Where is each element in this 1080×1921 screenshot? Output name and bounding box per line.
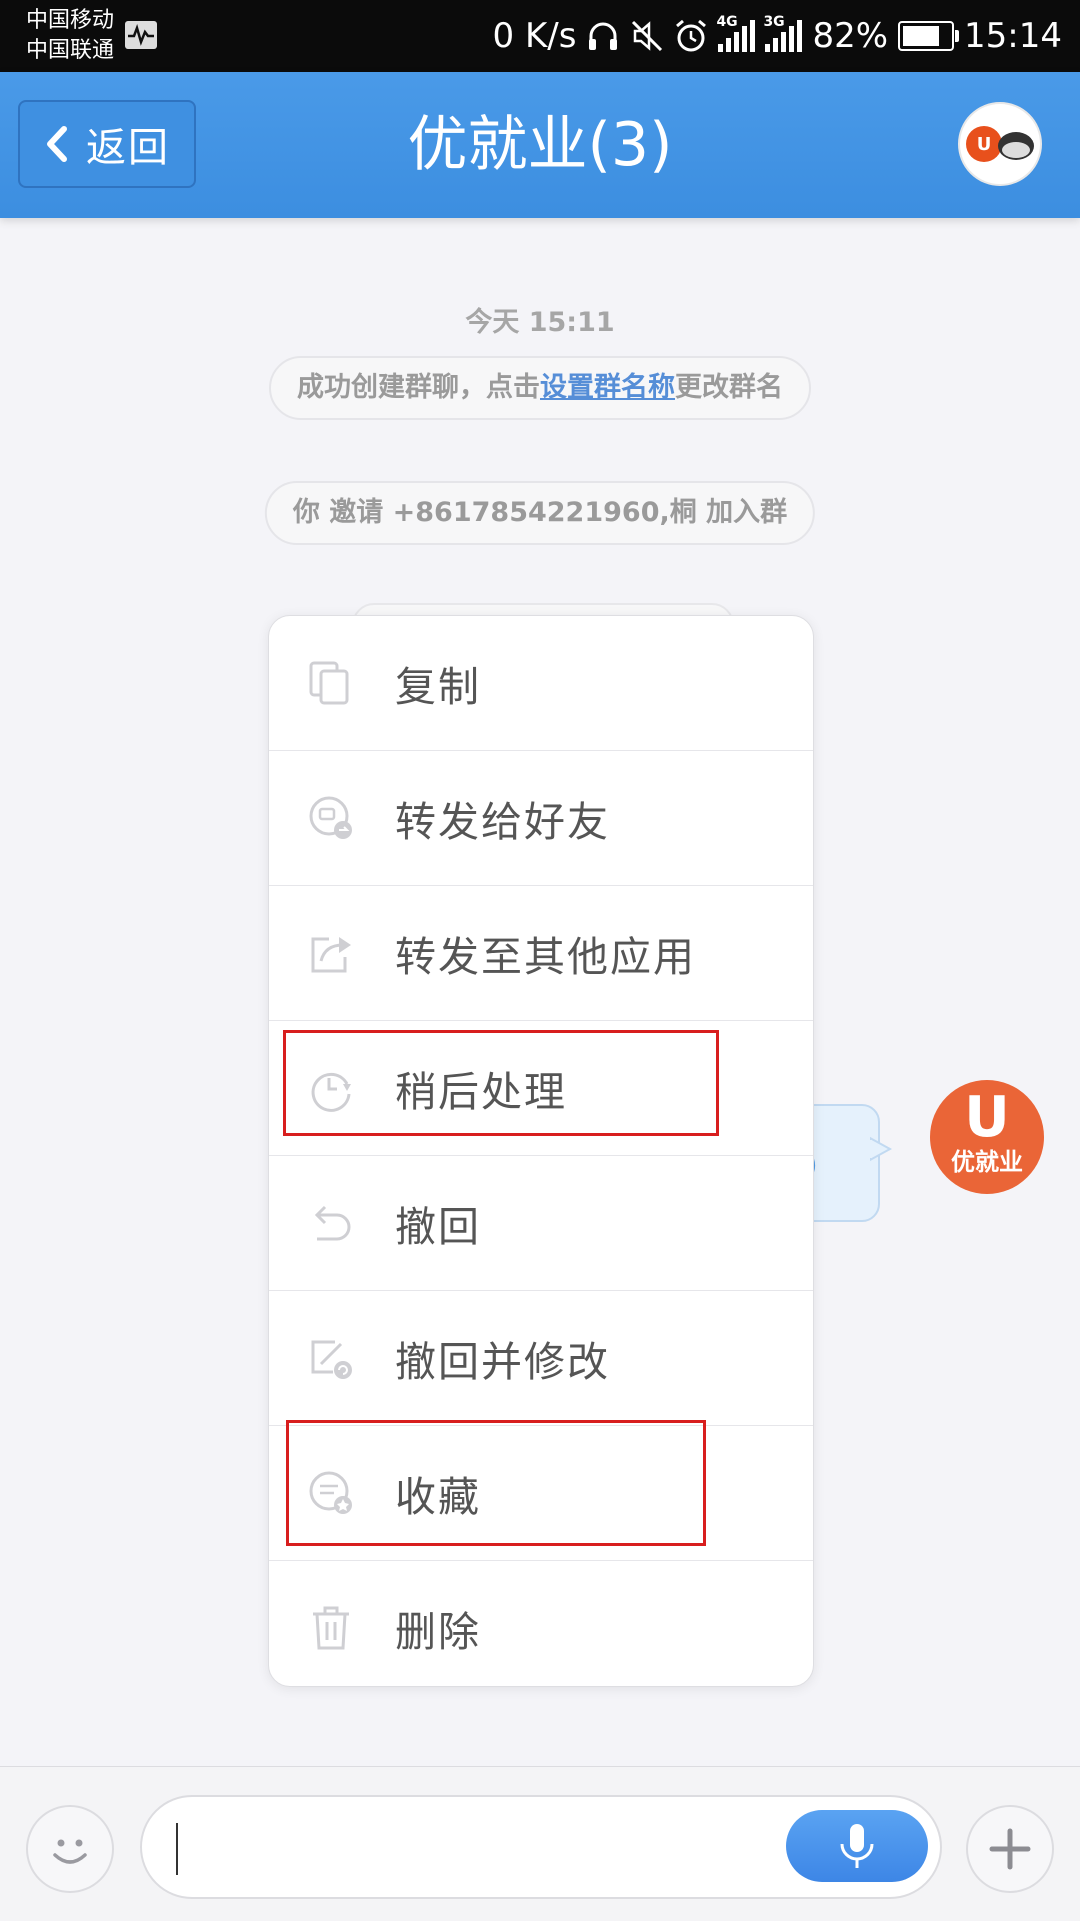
- voice-input-button[interactable]: [786, 1810, 928, 1882]
- menu-item-recall-edit[interactable]: 撤回并修改: [269, 1291, 813, 1426]
- copy-icon: [309, 661, 349, 705]
- microphone-icon: [840, 1824, 874, 1868]
- forward-friend-icon: [309, 796, 352, 839]
- group-avatar[interactable]: U: [958, 102, 1042, 186]
- menu-item-forward-friend[interactable]: 转发给好友: [269, 751, 813, 886]
- group-avatar-image: U: [966, 126, 1034, 162]
- headphones-icon: [589, 22, 618, 50]
- page-title: 优就业(3): [407, 110, 673, 180]
- activity-monitor-icon: [125, 21, 157, 49]
- smiley-icon: [53, 1839, 87, 1864]
- battery-percent: 82%: [812, 16, 889, 56]
- undo-icon: [314, 1205, 351, 1241]
- clock: 15:14: [964, 16, 1062, 56]
- signal-4g-icon: 4G: [716, 14, 756, 52]
- svg-text:U: U: [977, 134, 992, 155]
- menu-item-label: 删除: [395, 1608, 481, 1656]
- menu-item-delete[interactable]: 删除: [269, 1561, 813, 1686]
- menu-item-copy[interactable]: 复制: [269, 616, 813, 751]
- highlight-box-handle-later: [283, 1030, 719, 1136]
- carrier-2: 中国联通: [26, 38, 115, 63]
- more-actions-button[interactable]: [966, 1805, 1054, 1893]
- status-bar: 中国移动 中国联通 0 K/s 4G 3G 82% 15:14: [0, 0, 1080, 72]
- emoji-button[interactable]: [26, 1805, 114, 1893]
- highlight-box-favorite: [286, 1420, 706, 1546]
- share-external-icon: [311, 937, 351, 973]
- net-speed: 0 K/s: [492, 16, 577, 56]
- carrier-1: 中国移动: [26, 8, 115, 33]
- text-caret: [176, 1823, 178, 1875]
- menu-item-share-external[interactable]: 转发至其他应用: [269, 886, 813, 1021]
- carrier-names: 中国移动 中国联通: [26, 6, 114, 66]
- status-indicators: 0 K/s 4G 3G 82% 15:14: [493, 12, 1062, 60]
- menu-item-label: 转发给好友: [395, 798, 610, 846]
- menu-item-recall[interactable]: 撤回: [269, 1156, 813, 1291]
- menu-item-label: 转发至其他应用: [395, 933, 696, 981]
- menu-item-label: 复制: [395, 663, 481, 711]
- mute-icon: [632, 20, 663, 52]
- menu-item-label: 撤回并修改: [395, 1338, 610, 1386]
- signal-3g-icon: 3G: [763, 14, 803, 52]
- alarm-icon: [676, 19, 707, 52]
- chat-header: 返回 优就业(3) U: [0, 72, 1080, 218]
- recall-edit-icon: [311, 1340, 352, 1379]
- plus-icon: [989, 1828, 1031, 1870]
- battery-icon: [898, 21, 960, 51]
- menu-item-label: 撤回: [395, 1203, 481, 1251]
- trash-icon: [313, 1606, 349, 1650]
